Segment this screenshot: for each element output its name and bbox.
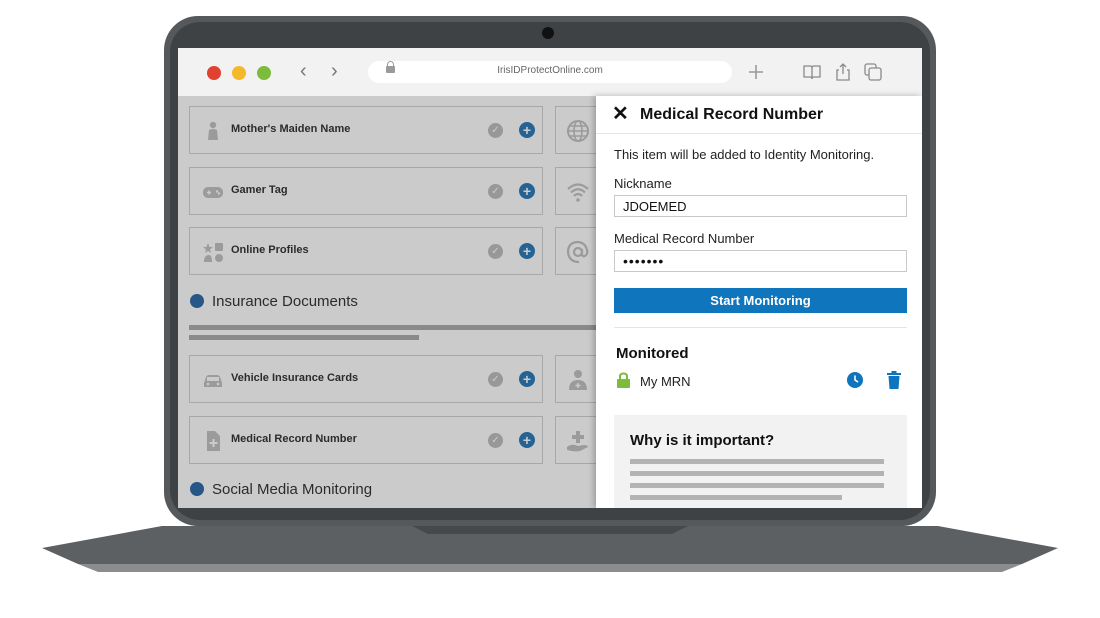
mrn-label: Medical Record Number (614, 231, 755, 246)
trash-icon[interactable] (886, 371, 902, 389)
screen: ‹ › IrisIDProtectOnline.com Mother's Mai… (178, 48, 922, 508)
address-bar[interactable]: IrisIDProtectOnline.com (368, 61, 732, 83)
panel-header: ✕ Medical Record Number (596, 96, 922, 134)
why-important-box: Why is it important? (614, 415, 907, 508)
panel-title: Medical Record Number (640, 106, 824, 123)
why-important-heading: Why is it important? (630, 432, 775, 449)
text-placeholder-bar (630, 495, 842, 500)
divider (614, 327, 907, 328)
back-button[interactable]: ‹ (300, 61, 307, 81)
tabs-overview-icon[interactable] (863, 62, 883, 82)
book-icon[interactable] (802, 62, 822, 82)
modal-backdrop[interactable] (178, 96, 596, 508)
maximize-window-button[interactable] (257, 66, 271, 80)
new-tab-icon[interactable] (746, 62, 766, 82)
share-icon[interactable] (833, 62, 853, 82)
monitored-heading: Monitored (616, 345, 689, 362)
url-text: IrisIDProtectOnline.com (497, 65, 603, 76)
medical-record-panel: ✕ Medical Record Number This item will b… (596, 96, 922, 508)
browser-toolbar: ‹ › IrisIDProtectOnline.com (178, 48, 922, 97)
lock-icon (617, 372, 630, 388)
start-monitoring-button[interactable]: Start Monitoring (614, 288, 907, 313)
nickname-label: Nickname (614, 176, 672, 191)
close-icon[interactable]: ✕ (612, 104, 629, 124)
text-placeholder-bar (630, 483, 884, 488)
history-clock-icon[interactable] (847, 372, 863, 388)
webcam (542, 27, 554, 39)
mrn-input[interactable] (614, 250, 907, 272)
nickname-input[interactable] (614, 195, 907, 217)
monitored-item-name: My MRN (640, 374, 691, 389)
laptop-base (42, 526, 1058, 572)
text-placeholder-bar (630, 471, 884, 476)
minimize-window-button[interactable] (232, 66, 246, 80)
text-placeholder-bar (630, 459, 884, 464)
forward-button[interactable]: › (331, 61, 338, 81)
close-window-button[interactable] (207, 66, 221, 80)
panel-description: This item will be added to Identity Moni… (614, 147, 875, 162)
